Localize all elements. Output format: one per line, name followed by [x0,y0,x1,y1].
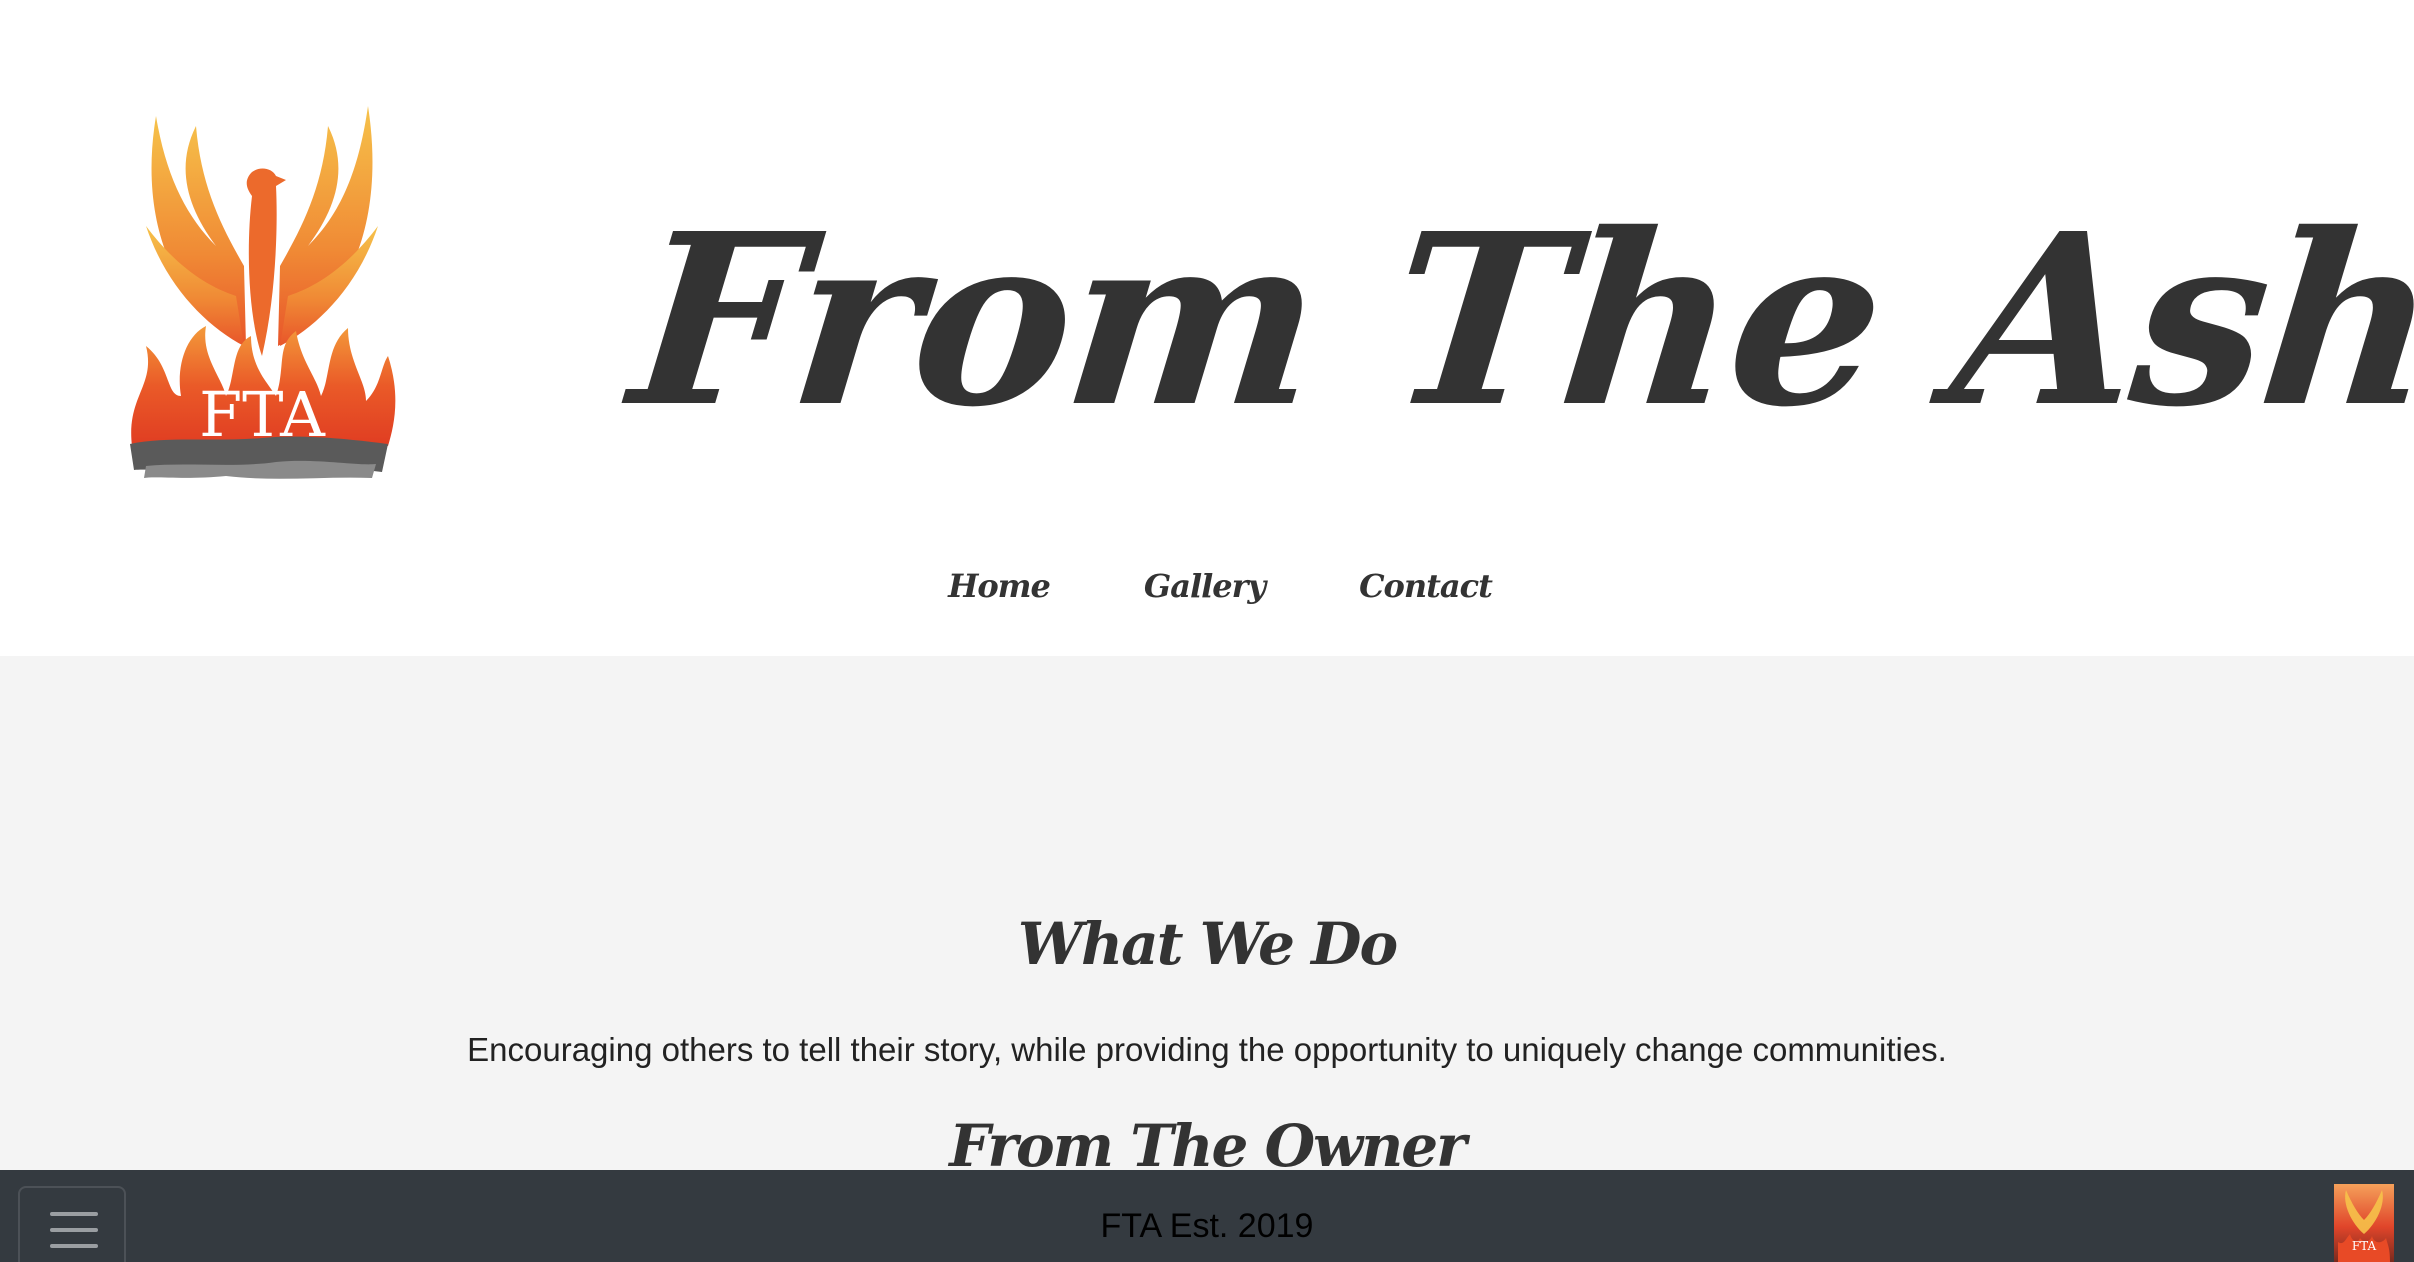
hamburger-menu-icon-bar [50,1244,98,1248]
logo-text: FTA [199,378,326,451]
footer-logo-thumbnail[interactable]: FTA [2334,1184,2394,1262]
site-title: From The Ashes [621,181,2414,459]
menu-toggle-button[interactable] [18,1186,126,1262]
thumb-text: FTA [2352,1239,2377,1253]
nav-link-contact[interactable]: Contact [1359,567,1493,605]
footer-established-text: FTA Est. 2019 [1100,1207,1314,1245]
what-we-do-heading: What We Do [1017,910,1398,978]
what-we-do-text: Encouraging others to tell their story, … [467,1031,1947,1068]
phoenix-logo-icon: FTA [130,106,396,479]
hamburger-menu-icon-bar [50,1228,98,1232]
phoenix-thumbnail-icon: FTA [2338,1190,2390,1262]
main-nav: Home Gallery Contact [0,556,2414,616]
nav-link-home[interactable]: Home [948,567,1051,605]
footer-bar: FTA Est. 2019 FTA [0,1170,2414,1262]
page: FTA From The Ashes Home Gallery Contact … [0,0,2414,1262]
hamburger-menu-icon [50,1212,98,1216]
fta-phoenix-logo[interactable]: FTA [126,96,398,496]
site-header: FTA From The Ashes Home Gallery Contact [0,0,2414,656]
main-section: What We Do Encouraging others to tell th… [0,656,2414,1180]
nav-link-gallery[interactable]: Gallery [1144,567,1266,605]
